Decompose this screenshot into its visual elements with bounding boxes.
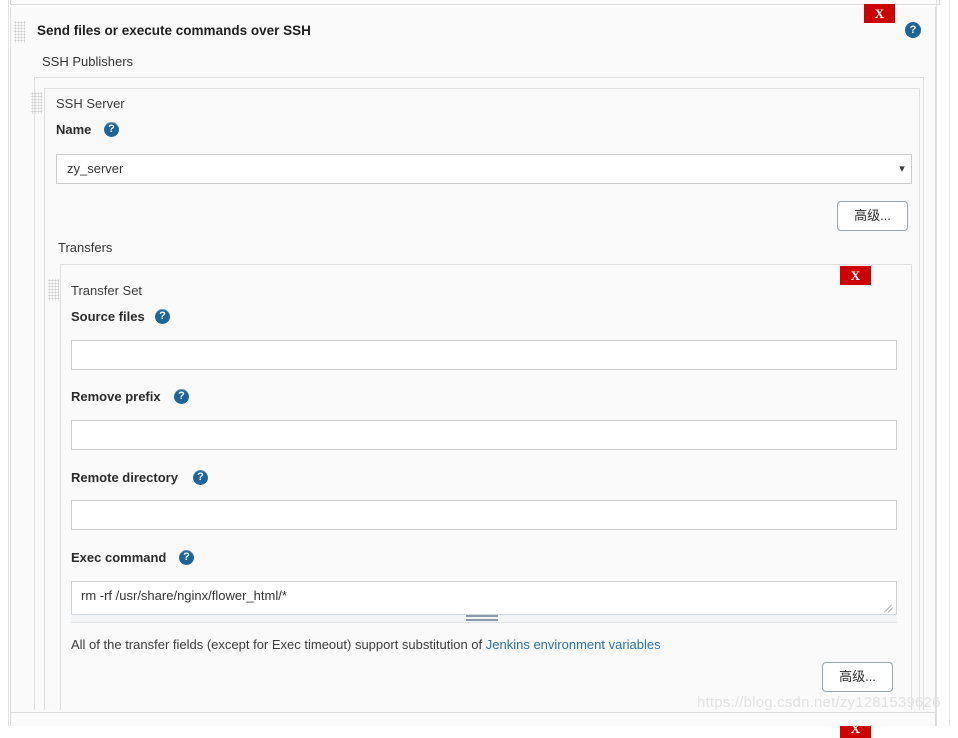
exec-command-scrollbar-thumb[interactable] — [466, 615, 498, 621]
transfers-label: Transfers — [58, 240, 112, 255]
remove-prefix-label: Remove prefix — [71, 389, 161, 404]
transfer-set-advanced-button[interactable]: 高级... — [822, 662, 893, 692]
page-title: Send files or execute commands over SSH — [37, 23, 311, 38]
ssh-server-name-select[interactable]: zy_server — [56, 154, 912, 184]
help-icon-exec-command[interactable]: ? — [179, 550, 194, 565]
chevron-down-icon[interactable]: ▾ — [896, 163, 908, 175]
remove-prefix-input[interactable] — [71, 420, 897, 450]
help-icon-build-step[interactable]: ? — [905, 22, 921, 38]
next-block-edge — [10, 712, 936, 726]
page-root: Send files or execute commands over SSH … — [0, 0, 958, 726]
exec-command-label: Exec command — [71, 550, 166, 565]
left-page-rail — [0, 0, 9, 726]
right-page-rail-outer — [936, 0, 937, 726]
source-files-label: Source files — [71, 309, 145, 324]
jenkins-env-vars-link[interactable]: Jenkins environment variables — [486, 637, 661, 652]
source-files-input[interactable] — [71, 340, 897, 370]
remote-directory-label: Remote directory — [71, 470, 178, 485]
watermark-text: https://blog.csdn.net/zy1281539626 — [697, 694, 941, 711]
delete-build-step-button[interactable]: X — [864, 4, 895, 23]
transfer-helper-prefix: All of the transfer fields (except for E… — [71, 637, 486, 652]
drag-handle-icon-transfer-set[interactable] — [48, 279, 59, 301]
help-icon-source-files[interactable]: ? — [155, 309, 170, 324]
help-icon-name[interactable]: ? — [104, 122, 119, 137]
help-icon-remote-directory[interactable]: ? — [193, 470, 208, 485]
drag-handle-icon-build-step[interactable] — [14, 21, 25, 43]
drag-handle-icon-ssh-server[interactable] — [31, 92, 42, 114]
help-icon-remove-prefix[interactable]: ? — [174, 389, 189, 404]
remote-directory-input[interactable] — [71, 500, 897, 530]
transfer-set-heading: Transfer Set — [71, 283, 142, 298]
transfer-helper-text: All of the transfer fields (except for E… — [71, 637, 661, 652]
delete-transfer-set-button[interactable]: X — [840, 266, 871, 285]
ssh-server-heading: SSH Server — [56, 96, 125, 111]
exec-command-textarea[interactable]: rm -rf /usr/share/nginx/flower_html/* — [71, 581, 897, 615]
right-page-rail-inner — [949, 0, 950, 726]
ssh-publishers-label: SSH Publishers — [42, 54, 133, 69]
name-label: Name — [56, 122, 91, 137]
previous-block-edge — [10, 0, 940, 5]
resize-handle-icon[interactable] — [884, 602, 895, 613]
server-advanced-button[interactable]: 高级... — [837, 201, 908, 231]
